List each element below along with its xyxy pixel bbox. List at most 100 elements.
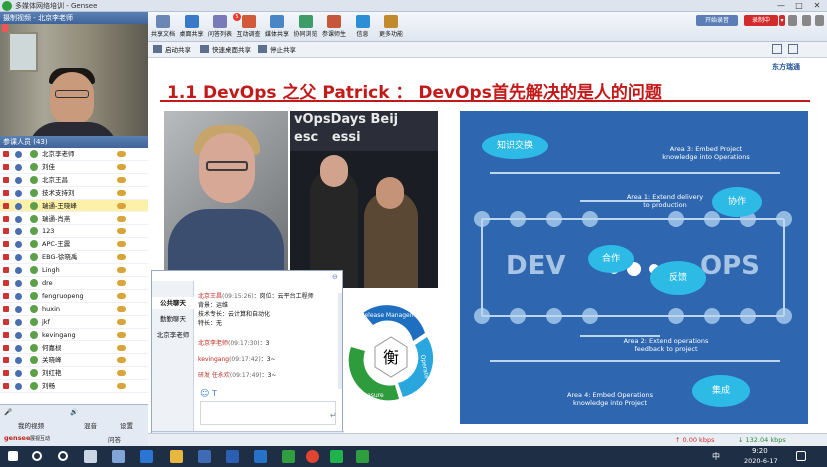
- user-role-icon: [15, 202, 22, 210]
- hand-icon[interactable]: [788, 15, 797, 26]
- user-status-icon: [30, 317, 38, 326]
- chat-scrollbar[interactable]: [338, 293, 342, 389]
- word-icon[interactable]: [226, 450, 239, 463]
- participant-name: huxin: [42, 304, 61, 313]
- participant-row[interactable]: 刘红艳: [0, 367, 148, 381]
- participant-row[interactable]: fengruopeng: [0, 290, 148, 303]
- windows-start-icon[interactable]: [8, 451, 18, 461]
- start-record-button[interactable]: 开始录音: [696, 15, 738, 26]
- title-divider: [160, 100, 810, 102]
- user-role-icon: [15, 383, 22, 391]
- app-icon-3[interactable]: [282, 450, 295, 463]
- cortana-icon[interactable]: [58, 451, 68, 461]
- record-dropdown-icon[interactable]: ▾: [779, 15, 785, 26]
- my-video-button[interactable]: 我的视频: [18, 420, 44, 430]
- participant-row[interactable]: 关晓峰: [0, 354, 148, 368]
- chat-tab[interactable]: 勤勤聊天: [152, 313, 194, 325]
- settings-button[interactable]: 设置: [120, 420, 133, 430]
- user-role-icon: [15, 176, 22, 184]
- headset-icon: [117, 344, 126, 351]
- camera-status-icon: [3, 383, 9, 390]
- close-button[interactable]: ✕: [808, 0, 826, 12]
- send-icon[interactable]: ↵: [330, 411, 337, 420]
- task-view-icon[interactable]: [84, 450, 97, 463]
- fit-view-icon[interactable]: [772, 44, 782, 54]
- participant-name: 北京王昌: [42, 175, 68, 184]
- chrome-icon[interactable]: [306, 450, 319, 463]
- participant-row[interactable]: 刘佳: [0, 161, 148, 174]
- notification-icon[interactable]: [796, 451, 806, 461]
- participant-row[interactable]: huxin: [0, 303, 148, 316]
- quick-share-label: 快速桌面共享: [212, 46, 251, 54]
- participant-row[interactable]: 123: [0, 225, 148, 239]
- participant-row[interactable]: 瑞通-肖燕: [0, 213, 148, 226]
- wechat-icon[interactable]: [330, 450, 343, 463]
- participant-row[interactable]: 刘畅: [0, 380, 148, 394]
- left-bottom-controls: 🎤 🔊 我的视频 混音 设置 gensee 展视互动 问答: [0, 404, 148, 446]
- chat-message: kevingang(09:17:42)：3~: [198, 355, 276, 364]
- mixer-button[interactable]: 混音: [84, 420, 97, 430]
- download-rate: ↓ 132.04 kbps: [738, 436, 786, 444]
- tool-button[interactable]: 问答列表: [207, 14, 233, 41]
- participant-row[interactable]: 何嘉棂: [0, 342, 148, 355]
- user-role-icon: [15, 215, 22, 223]
- start-share-button[interactable]: 启动共享: [153, 44, 191, 56]
- user-status-icon: [30, 214, 38, 223]
- chat-tab[interactable]: 公共聊天: [152, 297, 194, 309]
- stop-share-button[interactable]: 停止共享: [258, 44, 296, 56]
- participant-row[interactable]: jkf: [0, 316, 148, 329]
- chat-time: (09:17:30): [228, 340, 260, 347]
- participant-name: 关晓峰: [42, 356, 62, 365]
- outlook-icon[interactable]: [254, 450, 267, 463]
- emoji-icon[interactable]: ☺: [200, 389, 209, 399]
- tool-icon: [355, 15, 370, 28]
- window-title: 多媒体网络培训 - Gensee: [15, 2, 98, 10]
- camera-status-icon: [3, 370, 9, 377]
- app-icon-1[interactable]: [112, 450, 125, 463]
- tool-button[interactable]: 更多功能: [378, 14, 404, 41]
- file-explorer-icon[interactable]: [170, 450, 183, 463]
- ime-indicator[interactable]: 中: [712, 451, 720, 462]
- quick-share-button[interactable]: 快速桌面共享: [200, 44, 251, 56]
- tool-button[interactable]: 媒体共享: [264, 14, 290, 41]
- participant-row[interactable]: Lingh: [0, 264, 148, 277]
- participant-row[interactable]: 北京李老师: [0, 148, 148, 161]
- participant-row[interactable]: 北京王昌: [0, 174, 148, 187]
- participant-row[interactable]: dre: [0, 277, 148, 290]
- qa-count-badge: 5: [233, 13, 241, 21]
- maximize-button[interactable]: □: [790, 0, 808, 12]
- minimize-button[interactable]: —: [772, 0, 790, 12]
- app-icon-2[interactable]: [198, 450, 211, 463]
- participant-row[interactable]: APC-王震: [0, 238, 148, 252]
- camera-status-icon: [3, 176, 9, 183]
- qa-button[interactable]: 问答: [108, 434, 121, 444]
- tool-button[interactable]: 共享文档: [150, 14, 176, 41]
- participant-row[interactable]: EBG-徐晓禹: [0, 251, 148, 265]
- recording-button[interactable]: 录制中: [744, 15, 778, 26]
- font-icon[interactable]: T: [212, 389, 217, 398]
- camera-status-icon: [3, 292, 9, 299]
- edge-icon[interactable]: [140, 450, 153, 463]
- chat-tab[interactable]: 北京李老师: [152, 329, 194, 341]
- user-role-icon: [15, 370, 22, 378]
- search-icon[interactable]: [32, 451, 42, 461]
- camera-status-icon: [3, 163, 9, 170]
- mic-volume-icon[interactable]: 🎤: [4, 408, 12, 416]
- participant-row[interactable]: 技术支持刘: [0, 187, 148, 200]
- chat-input[interactable]: [200, 401, 336, 425]
- tool-button[interactable]: 协同浏览: [293, 14, 319, 41]
- chat-collapse-icon[interactable]: ⊖: [332, 273, 338, 281]
- menu-icon[interactable]: [815, 15, 824, 26]
- user-icon[interactable]: [802, 15, 811, 26]
- tool-button[interactable]: 信息: [350, 14, 376, 41]
- camera-status-icon: [3, 202, 9, 209]
- tool-button[interactable]: 桌面共享: [179, 14, 205, 41]
- gensee-taskbar-icon[interactable]: [356, 450, 369, 463]
- speaker-volume-icon[interactable]: 🔊: [70, 408, 78, 416]
- participant-row[interactable]: kevingang: [0, 329, 148, 342]
- user-role-icon: [15, 305, 22, 313]
- participant-row[interactable]: 瑞通-王晓峰: [0, 199, 148, 213]
- tool-button[interactable]: 参课师生: [321, 14, 347, 41]
- fullscreen-icon[interactable]: [788, 44, 798, 54]
- user-status-icon: [30, 150, 38, 158]
